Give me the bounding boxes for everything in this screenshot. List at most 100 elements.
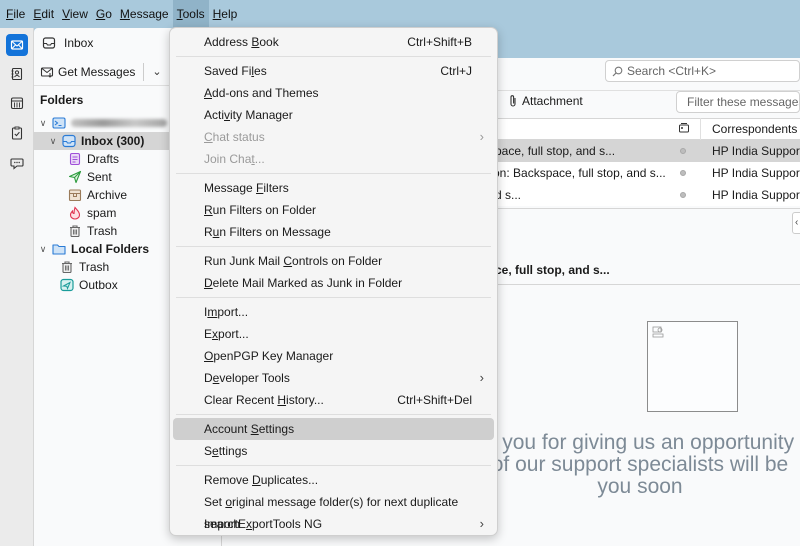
folder-label: Trash [87, 224, 118, 238]
chevron-down-icon[interactable]: ∨ [38, 118, 48, 129]
menu-item-label: Clear Recent History... [204, 393, 324, 407]
folder-label: Local Folders [71, 242, 150, 256]
menu-item-account-settings[interactable]: Account Settings [173, 418, 494, 440]
menu-tools[interactable]: Tools [172, 0, 209, 28]
trash-icon [68, 224, 82, 238]
tab-label: Inbox [64, 36, 94, 50]
read-status-dot-icon[interactable] [680, 192, 686, 198]
menu-message[interactable]: Message [116, 0, 173, 28]
broken-image-icon [652, 326, 664, 338]
mail-space-button[interactable] [6, 34, 28, 56]
folder-label: Drafts [87, 152, 120, 166]
folder-label: Inbox (300) [81, 134, 145, 148]
chevron-right-icon: › [479, 129, 484, 144]
menu-go[interactable]: Go [92, 0, 116, 28]
menu-item-run-junk-mail-controls-on-folder[interactable]: Run Junk Mail Controls on Folder [173, 250, 494, 272]
paperclip-icon [510, 95, 516, 107]
get-messages-label: Get Messages [58, 64, 136, 79]
menu-item-chat-status: Chat status › [173, 126, 494, 148]
chevron-down-icon[interactable]: ∨ [48, 136, 58, 147]
menu-item-label: Remove Duplicates... [204, 473, 319, 487]
menu-item-developer-tools[interactable]: Developer Tools › [173, 367, 494, 389]
toolbar-separator [143, 62, 145, 81]
drafts-icon [68, 152, 82, 166]
menu-item-add-ons-and-themes[interactable]: Add-ons and Themes [173, 82, 494, 104]
menu-item-delete-mail-marked-as-junk-in-folder[interactable]: Delete Mail Marked as Junk in Folder [173, 272, 494, 294]
menu-item-run-filters-on-message[interactable]: Run Filters on Message [173, 221, 494, 243]
global-search-input[interactable]: Search <Ctrl+K> [605, 60, 800, 82]
folder-icon [52, 242, 66, 256]
menu-item-label: OpenPGP Key Manager [204, 349, 334, 363]
menu-separator [176, 414, 491, 415]
tab-inbox[interactable]: Inbox [34, 28, 174, 58]
menu-item-label: Run Junk Mail Controls on Folder [204, 254, 383, 268]
archive-icon [68, 188, 82, 202]
menu-item-openpgp-key-manager[interactable]: OpenPGP Key Manager [173, 345, 494, 367]
chevron-right-icon: › [479, 370, 484, 385]
menu-help[interactable]: Help [209, 0, 242, 28]
calendar-space-button[interactable] [6, 92, 28, 114]
menu-item-address-book[interactable]: Address Book Ctrl+Shift+B [173, 31, 494, 53]
menu-item-export[interactable]: Export... [173, 323, 494, 345]
menu-item-join-chat: Join Chat... [173, 148, 494, 170]
menu-separator [176, 297, 491, 298]
menu-view[interactable]: View [58, 0, 92, 28]
mail-icon [10, 40, 24, 50]
read-status-dot-icon[interactable] [680, 148, 686, 154]
folder-label: Sent [87, 170, 112, 184]
menu-item-activity-manager[interactable]: Activity Manager [173, 104, 494, 126]
column-separator[interactable] [700, 118, 701, 140]
menu-item-label: Address Book [204, 35, 279, 49]
message-subject-cell: d s... [495, 188, 522, 202]
correspondents-column-header[interactable]: Correspondents [712, 122, 797, 136]
chat-icon [10, 158, 24, 170]
menu-item-label: Chat status [204, 130, 265, 144]
menu-edit[interactable]: Edit [29, 0, 58, 28]
spaces-toolbar [0, 28, 34, 546]
spam-icon [68, 206, 82, 220]
get-messages-dropdown-chevron-icon[interactable]: ⌄ [152, 65, 161, 78]
menu-item-label: Message Filters [204, 181, 289, 195]
menu-item-import[interactable]: Import... [173, 301, 494, 323]
address-book-space-button[interactable] [6, 63, 28, 85]
chevron-right-icon: › [479, 516, 484, 531]
menu-item-label: Delete Mail Marked as Junk in Folder [204, 276, 403, 290]
folder-label: Outbox [79, 278, 118, 292]
menu-item-label: Settings [204, 444, 248, 458]
menu-item-message-filters[interactable]: Message Filters [173, 177, 494, 199]
menu-separator [176, 246, 491, 247]
global-search-placeholder: Search <Ctrl+K> [627, 64, 717, 78]
account-name-redacted [71, 119, 167, 127]
menu-item-label: Add-ons and Themes [204, 86, 319, 100]
menu-item-remove-duplicates[interactable]: Remove Duplicates... [173, 469, 494, 491]
menu-item-saved-files[interactable]: Saved Files Ctrl+J [173, 60, 494, 82]
chat-space-button[interactable] [6, 152, 28, 174]
chevron-down-icon[interactable]: ∨ [38, 244, 48, 255]
attachment-column-icon[interactable] [678, 122, 690, 134]
attachment-filter-button[interactable]: Attachment [508, 94, 583, 108]
read-status-dot-icon[interactable] [680, 170, 686, 176]
menu-separator [176, 56, 491, 57]
message-subject-cell: on: Backspace, full stop, and s... [493, 166, 666, 180]
sent-icon [68, 170, 82, 184]
menu-item-set-original-message-folder-s-for-next-duplicate-search[interactable]: Set original message folder(s) for next … [173, 491, 494, 531]
menu-item-label: Import... [204, 305, 249, 319]
shortcut-label: Ctrl+Shift+B [407, 35, 472, 49]
menu-item-importexporttools-ng[interactable]: ImportExportTools NG › [173, 513, 494, 535]
filter-messages-input[interactable]: Filter these messages <Ctrl+Shift+K> [676, 91, 800, 113]
menu-item-clear-recent-history[interactable]: Clear Recent History... Ctrl+Shift+Del [173, 389, 494, 411]
get-messages-button[interactable]: Get Messages [40, 65, 135, 79]
menu-bar: File Edit View Go Message Tools Help [0, 0, 800, 28]
menu-item-settings[interactable]: Settings [173, 440, 494, 462]
shortcut-label: Ctrl+J [440, 64, 472, 78]
menu-item-label: Account Settings [204, 422, 295, 436]
menu-item-run-filters-on-folder[interactable]: Run Filters on Folder [173, 199, 494, 221]
menu-item-label: Join Chat... [204, 152, 265, 166]
tasks-space-button[interactable] [6, 122, 28, 144]
header-action-button[interactable]: ‹ [792, 212, 800, 234]
folder-label: spam [87, 206, 117, 220]
correspondent-cell: HP India Support [712, 144, 800, 158]
account-icon [52, 116, 66, 130]
shortcut-label: Ctrl+Shift+Del [397, 393, 472, 407]
menu-file[interactable]: File [2, 0, 29, 28]
